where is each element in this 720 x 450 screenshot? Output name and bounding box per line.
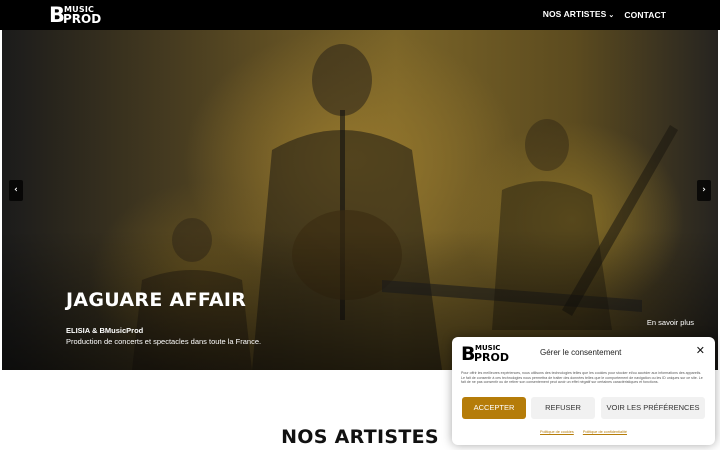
consent-title: Gérer le consentement: [540, 348, 622, 357]
consent-logo-prod: PROD: [474, 351, 510, 364]
privacy-policy-link[interactable]: Politique de confidentialité: [583, 430, 627, 434]
refuse-button[interactable]: REFUSER: [531, 397, 595, 419]
logo-prod: PROD: [63, 12, 102, 26]
slide-subtitle: ELISIA & BMusicProd: [66, 326, 144, 335]
nav-item-contact[interactable]: CONTACT: [624, 0, 666, 30]
cookie-consent-panel: B MUSIC PROD Gérer le consentement ✕ Pou…: [452, 337, 715, 445]
slider-prev-button[interactable]: ‹: [9, 180, 23, 201]
slide-description: Production de concerts et spectacles dan…: [66, 337, 262, 346]
nav-item-artists[interactable]: NOS ARTISTES ⌄: [543, 0, 615, 31]
site-logo[interactable]: B MUSIC PROD: [49, 4, 103, 26]
preferences-button[interactable]: VOIR LES PRÉFÉRENCES: [601, 397, 705, 419]
chevron-left-icon: ‹: [14, 185, 18, 195]
learn-more-link[interactable]: En savoir plus: [647, 318, 694, 327]
chevron-down-icon: ⌄: [608, 12, 615, 19]
cookie-policy-link[interactable]: Politique de cookies: [540, 430, 574, 434]
main-nav: NOS ARTISTES ⌄ CONTACT: [543, 0, 666, 30]
consent-logo: B MUSIC PROD: [461, 344, 513, 364]
slide-title: JAGUARE AFFAIR: [66, 289, 247, 311]
consent-links: Politique de cookies Politique de confid…: [452, 430, 715, 435]
nav-artists-label: NOS ARTISTES: [542, 9, 607, 19]
hero-slider: ‹ › JAGUARE AFFAIR ELISIA & BMusicProd P…: [2, 30, 718, 370]
close-icon[interactable]: ✕: [696, 345, 705, 357]
site-header: B MUSIC PROD NOS ARTISTES ⌄ CONTACT: [0, 0, 720, 30]
accept-button[interactable]: ACCEPTER: [462, 397, 526, 419]
slider-next-button[interactable]: ›: [697, 180, 711, 201]
consent-body-text: Pour offrir les meilleures expériences, …: [461, 371, 703, 385]
chevron-right-icon: ›: [702, 185, 706, 195]
